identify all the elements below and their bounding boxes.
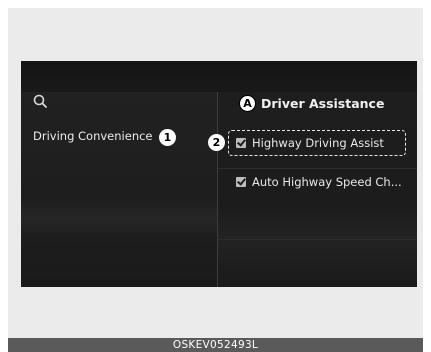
panel-title: Driver Assistance [261,96,385,111]
top-bar [21,61,417,92]
checkbox-checked[interactable] [236,138,246,148]
sidebar-item-label: Driving Convenience [33,129,153,143]
callout-marker-1: 1 [159,129,176,146]
callout-marker-a: A [239,95,256,112]
option-label: Highway Driving Assist [252,136,384,150]
settings-pane [218,92,417,287]
search-button[interactable] [31,92,67,116]
menu-pane [21,92,217,287]
infotainment-screen: Driving Convenience 1 A Driver Assistanc… [21,61,417,287]
search-icon [33,94,47,108]
checkbox-checked[interactable] [236,177,246,187]
callout-marker-2: 2 [208,134,225,151]
option-auto-highway-speed[interactable]: Auto Highway Speed Ch... [236,175,402,189]
sidebar-item-driving-convenience[interactable]: Driving Convenience [33,129,153,143]
option-highway-driving-assist[interactable]: Highway Driving Assist [236,136,384,150]
row-separator [218,239,417,240]
figure-caption: OSKEV052493L [8,338,423,352]
row-separator [218,168,417,169]
option-label: Auto Highway Speed Ch... [252,175,402,189]
